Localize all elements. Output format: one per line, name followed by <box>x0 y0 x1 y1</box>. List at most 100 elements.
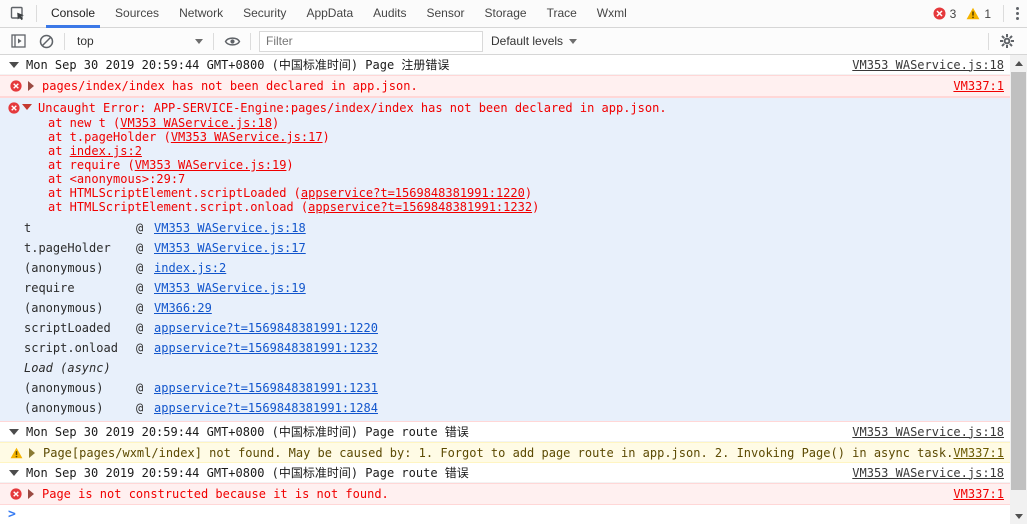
source-link[interactable]: index.js:2 <box>154 258 226 278</box>
tab-console[interactable]: Console <box>41 0 105 28</box>
execution-context-select[interactable]: top <box>69 30 209 52</box>
log-group-header[interactable]: Mon Sep 30 2019 20:59:44 GMT+0800 (中国标准时… <box>0 55 1010 75</box>
source-link[interactable]: appservice?t=1569848381991:1232 <box>308 200 532 214</box>
stack-frame: at t.pageHolder (VM353 WAService.js:17) <box>48 130 330 144</box>
error-count: 3 <box>949 6 957 21</box>
error-message: Page is not constructed because it is no… <box>42 487 389 501</box>
stack-table-row: Load (async) <box>24 361 111 375</box>
source-link[interactable]: VM353 WAService.js:17 <box>154 238 306 258</box>
uncaught-error-entry[interactable]: Uncaught Error: APP-SERVICE-Engine:pages… <box>0 97 1010 422</box>
group-timestamp: Mon Sep 30 2019 20:59:44 GMT+0800 (中国标准时… <box>26 58 450 72</box>
stack-table-row: scriptLoaded @ appservice?t=1569848381991:… <box>8 318 1004 338</box>
stack-table-row: (anonymous) @ VM366:29 <box>8 298 1004 318</box>
source-link[interactable]: VM337:1 <box>953 487 1004 501</box>
source-link[interactable]: VM337:1 <box>953 446 1004 460</box>
expand-triangle-icon[interactable] <box>28 81 34 91</box>
more-options-icon[interactable] <box>1008 7 1027 20</box>
log-group-header[interactable]: Mon Sep 30 2019 20:59:44 GMT+0800 (中国标准时… <box>0 422 1010 442</box>
scroll-up-button[interactable] <box>1010 55 1027 71</box>
source-link[interactable]: VM353 WAService.js:18 <box>852 466 1004 480</box>
console-log-panel: Mon Sep 30 2019 20:59:44 GMT+0800 (中国标准时… <box>0 55 1027 524</box>
tab-security[interactable]: Security <box>233 0 296 28</box>
source-link[interactable]: VM353 WAService.js:19 <box>154 278 306 298</box>
error-badge-icon <box>933 7 946 20</box>
levels-label: Default levels <box>491 34 564 48</box>
scroll-down-button[interactable] <box>1010 508 1027 524</box>
source-link[interactable]: VM366:29 <box>154 298 212 318</box>
settings-gear-icon[interactable] <box>993 28 1021 54</box>
console-error-row[interactable]: pages/index/index has not been declared … <box>0 75 1010 97</box>
console-prompt[interactable]: > <box>0 505 1010 523</box>
triangle-down-icon <box>1014 513 1023 519</box>
stack-table-row: t @ VM353 WAService.js:18 <box>8 218 1004 238</box>
disclosure-triangle-icon[interactable] <box>9 428 19 435</box>
stack-table-row: (anonymous) @ index.js:2 <box>8 258 1004 278</box>
stack-frame: at HTMLScriptElement.script.onload (apps… <box>48 200 540 214</box>
log-group-header[interactable]: Mon Sep 30 2019 20:59:44 GMT+0800 (中国标准时… <box>0 463 1010 483</box>
source-link[interactable]: VM353 WAService.js:17 <box>171 130 323 144</box>
divider <box>36 5 37 22</box>
log-levels-select[interactable]: Default levels <box>491 30 583 52</box>
source-link[interactable]: VM353 WAService.js:18 <box>154 218 306 238</box>
tab-sensor[interactable]: Sensor <box>417 0 475 28</box>
chevron-down-icon <box>195 38 203 44</box>
tab-appdata[interactable]: AppData <box>296 0 363 28</box>
clear-console-icon[interactable] <box>32 28 60 54</box>
source-link[interactable]: appservice?t=1569848381991:1232 <box>154 338 378 358</box>
triangle-up-icon <box>1014 60 1023 66</box>
console-toolbar: top Default levels <box>0 28 1027 55</box>
tab-storage[interactable]: Storage <box>475 0 537 28</box>
stack-table-row: (anonymous) @ appservice?t=1569848381991:1… <box>8 398 1004 418</box>
stack-trace: at new t (VM353 WAService.js:18) at t.pa… <box>8 116 1004 214</box>
console-sidebar-toggle-icon[interactable] <box>4 28 32 54</box>
source-link[interactable]: appservice?t=1569848381991:1220 <box>154 318 378 338</box>
disclosure-triangle-icon[interactable] <box>9 61 19 68</box>
stack-table-row: require @ VM353 WAService.js:19 <box>8 278 1004 298</box>
divider <box>1003 5 1004 22</box>
warning-icon <box>10 447 23 458</box>
tab-sources[interactable]: Sources <box>105 0 169 28</box>
stack-frame: at <anonymous>:29:7 <box>48 172 186 186</box>
stack-frame-table: t @ VM353 WAService.js:18 t.pageHolder @ VM3… <box>8 218 1004 418</box>
prompt-chevron-icon: > <box>8 506 16 522</box>
source-link[interactable]: appservice?t=1569848381991:1284 <box>154 398 378 418</box>
error-icon <box>8 102 20 114</box>
scrollbar-thumb[interactable] <box>1011 72 1026 490</box>
source-link[interactable]: VM337:1 <box>953 79 1004 93</box>
tab-audits[interactable]: Audits <box>363 0 416 28</box>
error-icon <box>10 80 22 92</box>
source-link[interactable]: appservice?t=1569848381991:1220 <box>301 186 525 200</box>
devtools-tabbar: Console Sources Network Security AppData… <box>0 0 1027 28</box>
console-status-badges[interactable]: 3 1 <box>933 7 997 21</box>
console-warning-row[interactable]: Page[pages/wxml/index] not found. May be… <box>0 442 1010 463</box>
filter-input[interactable] <box>259 30 483 52</box>
divider <box>213 32 214 50</box>
tab-wxml[interactable]: Wxml <box>587 0 637 28</box>
disclosure-triangle-icon[interactable] <box>9 469 19 476</box>
stack-frame: at index.js:2 <box>48 144 142 158</box>
expand-triangle-icon[interactable] <box>29 447 35 458</box>
expand-triangle-icon[interactable] <box>28 489 34 499</box>
group-timestamp: Mon Sep 30 2019 20:59:44 GMT+0800 (中国标准时… <box>26 425 469 439</box>
error-icon <box>10 488 22 500</box>
error-message: pages/index/index has not been declared … <box>42 79 418 93</box>
warning-badge-icon <box>966 7 980 20</box>
source-link[interactable]: appservice?t=1569848381991:1231 <box>154 378 378 398</box>
disclosure-triangle-icon[interactable] <box>22 104 32 110</box>
source-link[interactable]: VM353 WAService.js:18 <box>852 425 1004 439</box>
source-link[interactable]: index.js:2 <box>70 144 142 158</box>
tab-trace[interactable]: Trace <box>537 0 587 28</box>
source-link[interactable]: VM353 WAService.js:19 <box>135 158 287 172</box>
divider <box>64 32 65 50</box>
tab-network[interactable]: Network <box>169 0 233 28</box>
source-link[interactable]: VM353 WAService.js:18 <box>120 116 272 130</box>
stack-table-row: t.pageHolder @ VM353 WAService.js:17 <box>8 238 1004 258</box>
vertical-scrollbar[interactable] <box>1010 55 1027 524</box>
inspect-element-icon[interactable] <box>4 1 32 27</box>
group-timestamp: Mon Sep 30 2019 20:59:44 GMT+0800 (中国标准时… <box>26 466 469 480</box>
console-error-row[interactable]: Page is not constructed because it is no… <box>0 483 1010 505</box>
live-expression-eye-icon[interactable] <box>218 28 246 54</box>
source-link[interactable]: VM353 WAService.js:18 <box>852 58 1004 72</box>
stack-table-row: (anonymous) @ appservice?t=1569848381991:1… <box>8 378 1004 398</box>
warning-message: Page[pages/wxml/index] not found. May be… <box>43 445 954 460</box>
